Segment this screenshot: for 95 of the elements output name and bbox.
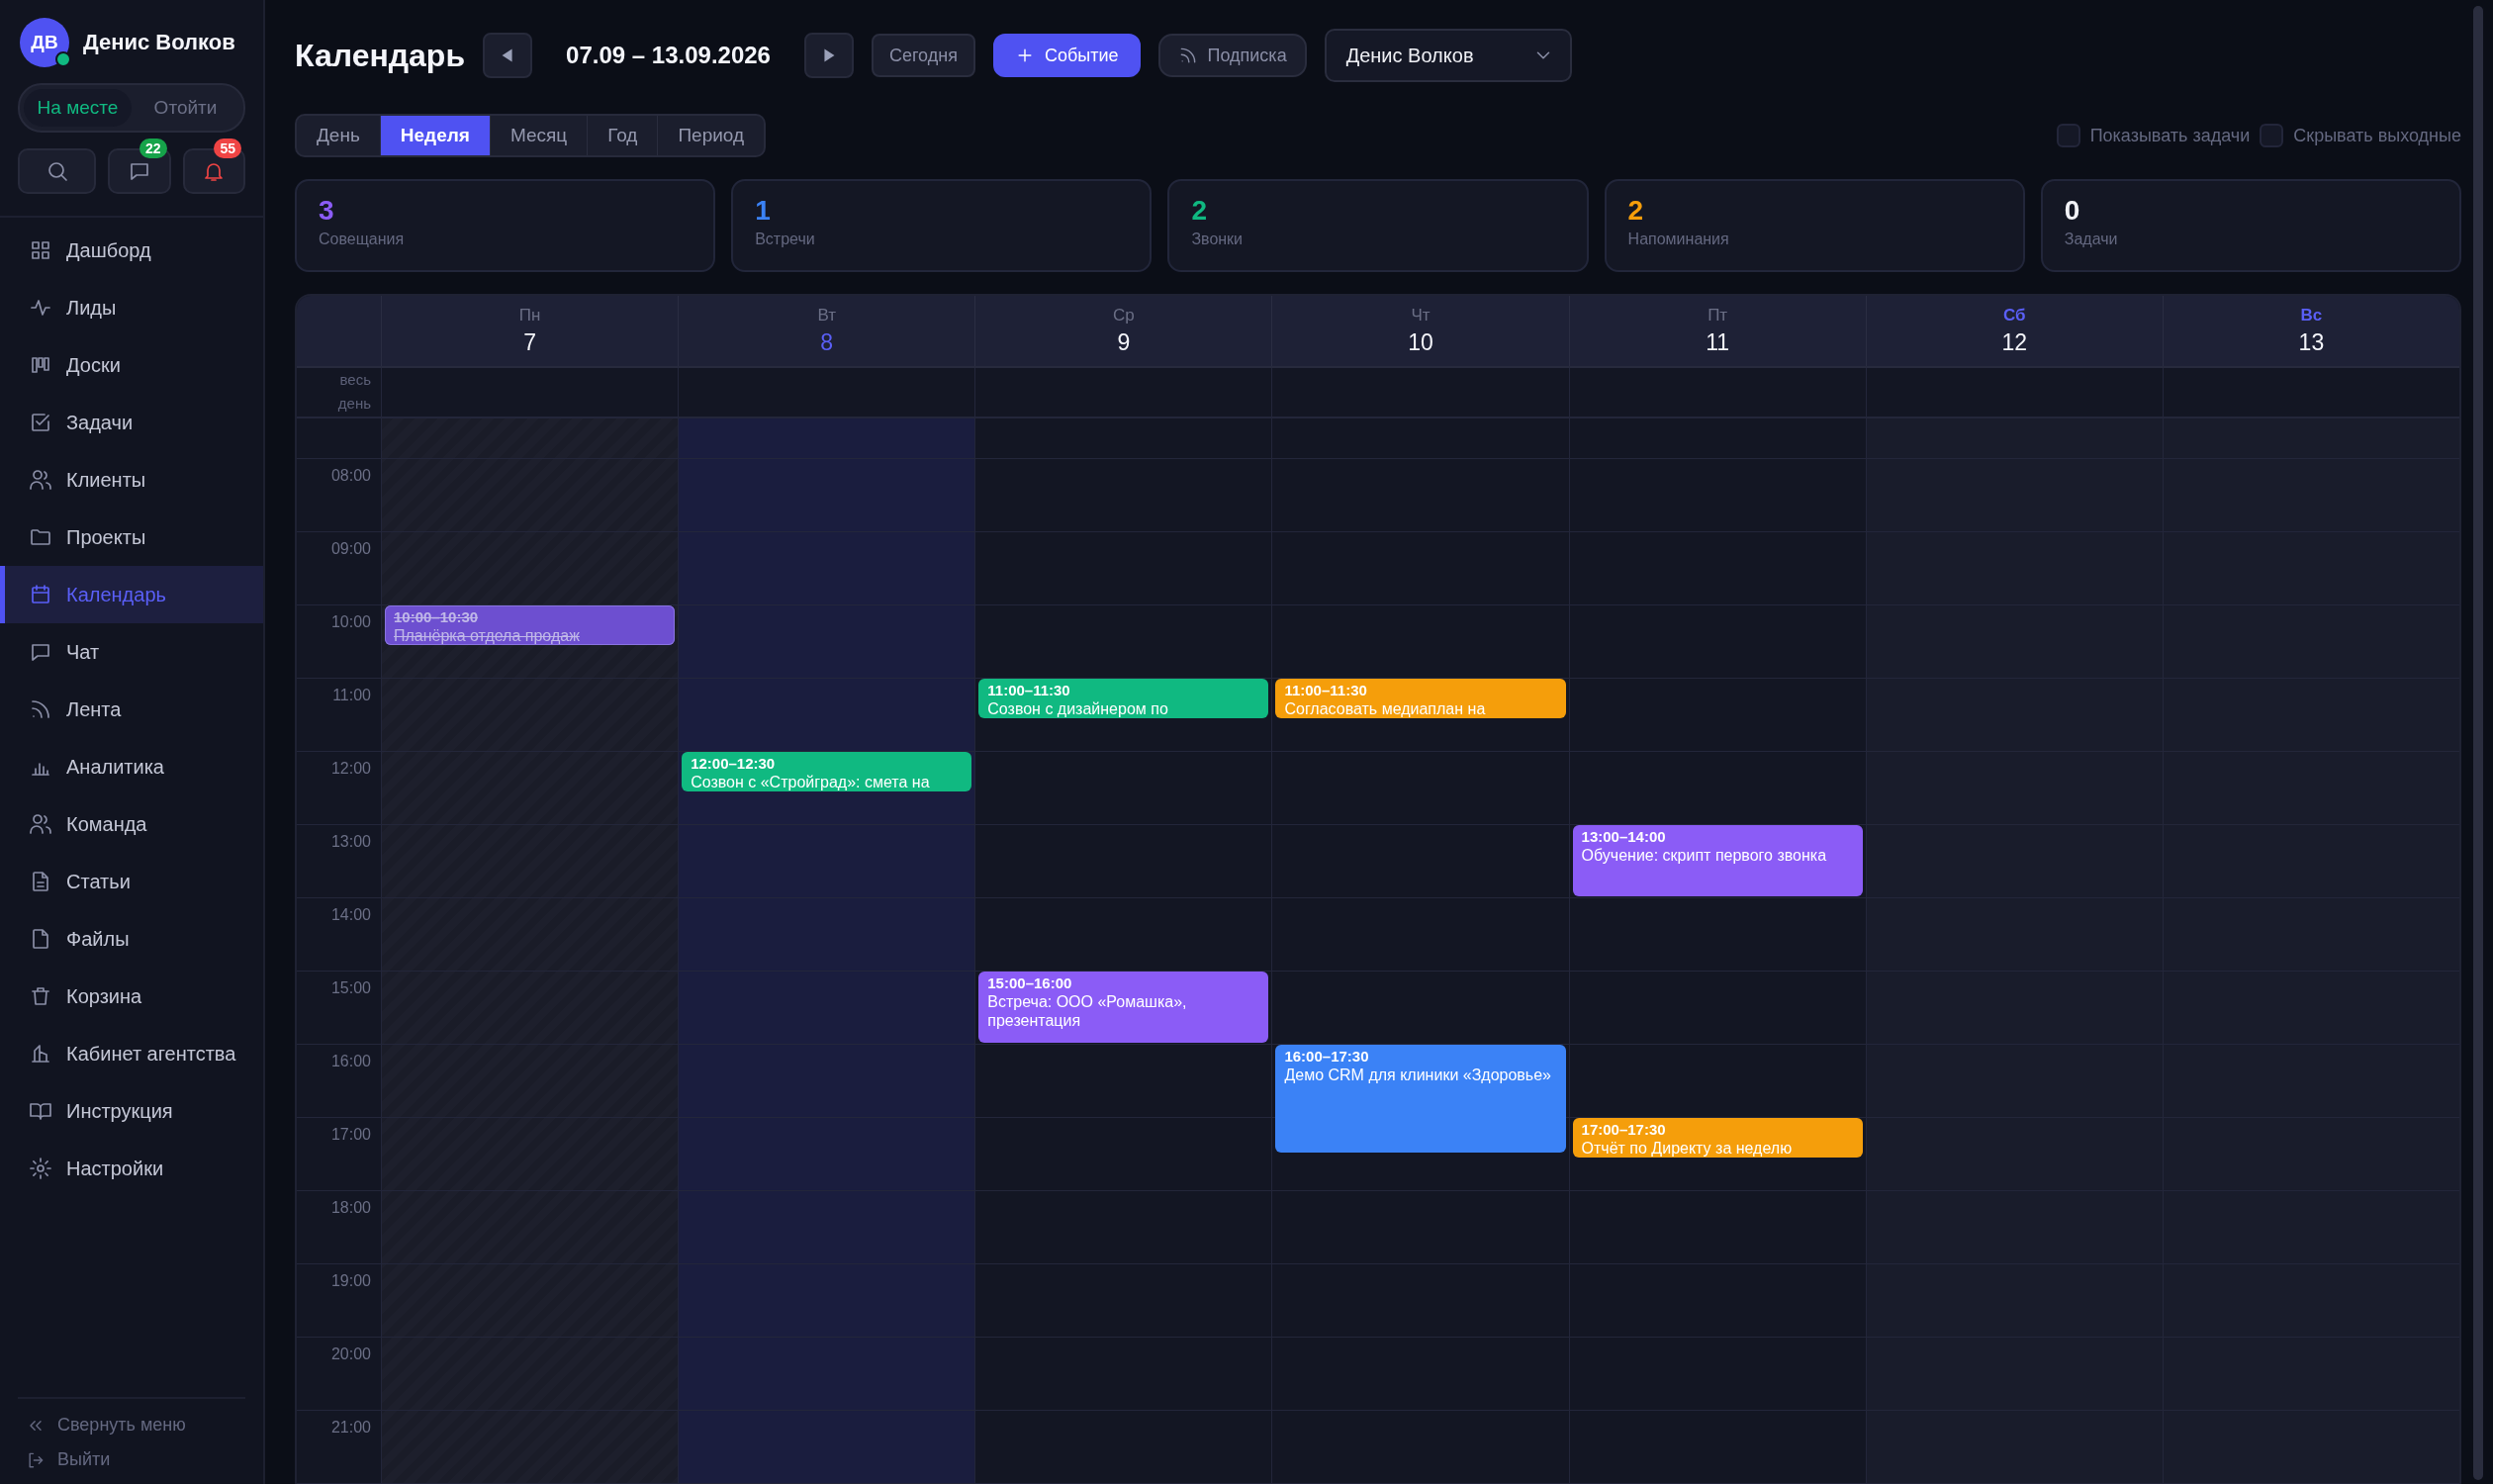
stat-label: Задачи	[2064, 231, 2118, 248]
sidebar-item[interactable]: Дашборд	[0, 222, 263, 279]
hour-label: 11:00	[332, 687, 371, 705]
stat-value: 2	[1627, 195, 1644, 227]
people-icon	[29, 812, 52, 836]
sidebar-item[interactable]: Статьи	[0, 853, 263, 910]
sidebar-item[interactable]: Лиды	[0, 279, 263, 336]
previous-button[interactable]	[483, 33, 533, 78]
status-option[interactable]: Отойти	[132, 89, 239, 127]
sidebar-item[interactable]: Команда	[0, 795, 263, 853]
page-title: Календарь	[295, 37, 466, 74]
view-tab[interactable]: Период	[658, 116, 765, 155]
hour-label: 18:00	[330, 1199, 371, 1218]
day-number: 8	[820, 328, 834, 356]
stat-label: Совещания	[319, 231, 405, 248]
sidebar-item[interactable]: Календарь	[0, 566, 263, 623]
weekday-label: Сб	[2003, 305, 2026, 325]
count-badge: 22	[139, 139, 167, 158]
sidebar-item[interactable]: Задачи	[0, 394, 263, 451]
weekday-label: Чт	[1411, 305, 1431, 325]
user-avatar: ДВ	[20, 18, 69, 67]
sidebar-item[interactable]: Лента	[0, 681, 263, 738]
hour-label: 13:00	[330, 833, 371, 852]
day-number: 7	[523, 328, 536, 356]
stat-value: 1	[755, 195, 771, 227]
weekday-label: Ср	[1113, 305, 1135, 325]
search-button[interactable]	[18, 148, 97, 194]
calendar-event[interactable]: 10:00–10:30 Планёрка отдела продаж	[385, 605, 676, 645]
user-name: Денис Волков	[83, 30, 235, 55]
day-number: 11	[1706, 328, 1730, 356]
scrollbar[interactable]	[2473, 6, 2483, 1480]
sidebar-item[interactable]: Инструкция	[0, 1082, 263, 1140]
day-number: 12	[2001, 328, 2028, 356]
status-option[interactable]: На месте	[24, 89, 132, 127]
sidebar-item[interactable]: Доски	[0, 336, 263, 394]
grid-icon	[29, 238, 52, 262]
checkbox-label: Скрывать выходные	[2293, 125, 2461, 146]
hour-label: 20:00	[330, 1345, 371, 1364]
sidebar-item[interactable]: Чат	[0, 623, 263, 681]
trash-icon	[29, 984, 52, 1008]
new-event-button[interactable]: Событие	[992, 34, 1141, 77]
checkbox-icon	[29, 411, 52, 434]
day-number: 13	[2298, 328, 2325, 356]
sidebar-item[interactable]: Кабинет агентства	[0, 1025, 263, 1082]
calendar-icon	[29, 583, 52, 606]
view-tab[interactable]: Неделя	[380, 116, 491, 155]
all-day-label: весь день	[336, 370, 371, 415]
calendar-event[interactable]: 16:00–17:30 Демо CRM для клиники «Здоровье»	[1275, 1045, 1566, 1153]
people-icon	[29, 468, 52, 492]
collapse-menu-link[interactable]: Свернуть меню	[18, 1415, 245, 1436]
today-button[interactable]: Сегодня	[871, 34, 975, 77]
subscribe-button[interactable]: Подписка	[1157, 34, 1307, 77]
hour-label: 08:00	[330, 467, 371, 486]
weekday-label: Пн	[518, 305, 541, 325]
checkbox-label: Показывать задачи	[2089, 125, 2251, 146]
day-number: 10	[1408, 328, 1433, 356]
user-dropdown[interactable]: Денис Волков	[1324, 29, 1572, 82]
stat-label: Звонки	[1191, 231, 1244, 248]
logout-link[interactable]: Выйти	[18, 1449, 245, 1470]
view-tab[interactable]: День	[297, 116, 381, 155]
weekday-label: Пт	[1708, 305, 1728, 325]
stat-value: 3	[319, 195, 334, 227]
hour-label: 09:00	[330, 540, 371, 559]
checkbox[interactable]	[2260, 124, 2284, 147]
calendar-event[interactable]: 15:00–16:00 Встреча: ООО «Ромашка», презентация	[978, 972, 1269, 1043]
view-tab[interactable]: Месяц	[490, 116, 589, 155]
hour-label: 12:00	[330, 760, 371, 779]
day-number: 9	[1117, 328, 1131, 356]
sidebar-item[interactable]: Корзина	[0, 968, 263, 1025]
rss-icon	[29, 697, 52, 721]
hour-label: 14:00	[330, 906, 371, 925]
sidebar-item[interactable]: Клиенты	[0, 451, 263, 509]
checkbox[interactable]	[2056, 124, 2080, 147]
building-icon	[29, 1042, 52, 1066]
hour-label: 10:00	[330, 613, 371, 632]
stat-value: 2	[1191, 195, 1207, 227]
hour-label: 16:00	[330, 1053, 371, 1071]
hour-label: 15:00	[330, 979, 371, 998]
sidebar-item[interactable]: Аналитика	[0, 738, 263, 795]
weekday-label: Вт	[817, 305, 836, 325]
date-range: 07.09 – 13.09.2026	[566, 42, 771, 69]
view-tab[interactable]: Год	[588, 116, 659, 155]
count-badge: 55	[214, 139, 241, 158]
hour-label: 17:00	[330, 1126, 371, 1145]
stat-label: Напоминания	[1627, 231, 1729, 248]
next-button[interactable]	[803, 33, 854, 78]
hour-label: 19:00	[330, 1272, 371, 1291]
stat-value: 0	[2064, 195, 2080, 227]
weekday-label: Вс	[2300, 305, 2323, 325]
sidebar-item[interactable]: Файлы	[0, 910, 263, 968]
stat-label: Встречи	[755, 231, 815, 248]
hour-label: 21:00	[330, 1419, 371, 1438]
calendar-event[interactable]: 13:00–14:00 Обучение: скрипт первого звонка	[1572, 825, 1863, 896]
sidebar-item[interactable]: Настройки	[0, 1140, 263, 1197]
sidebar-item[interactable]: Проекты	[0, 509, 263, 566]
